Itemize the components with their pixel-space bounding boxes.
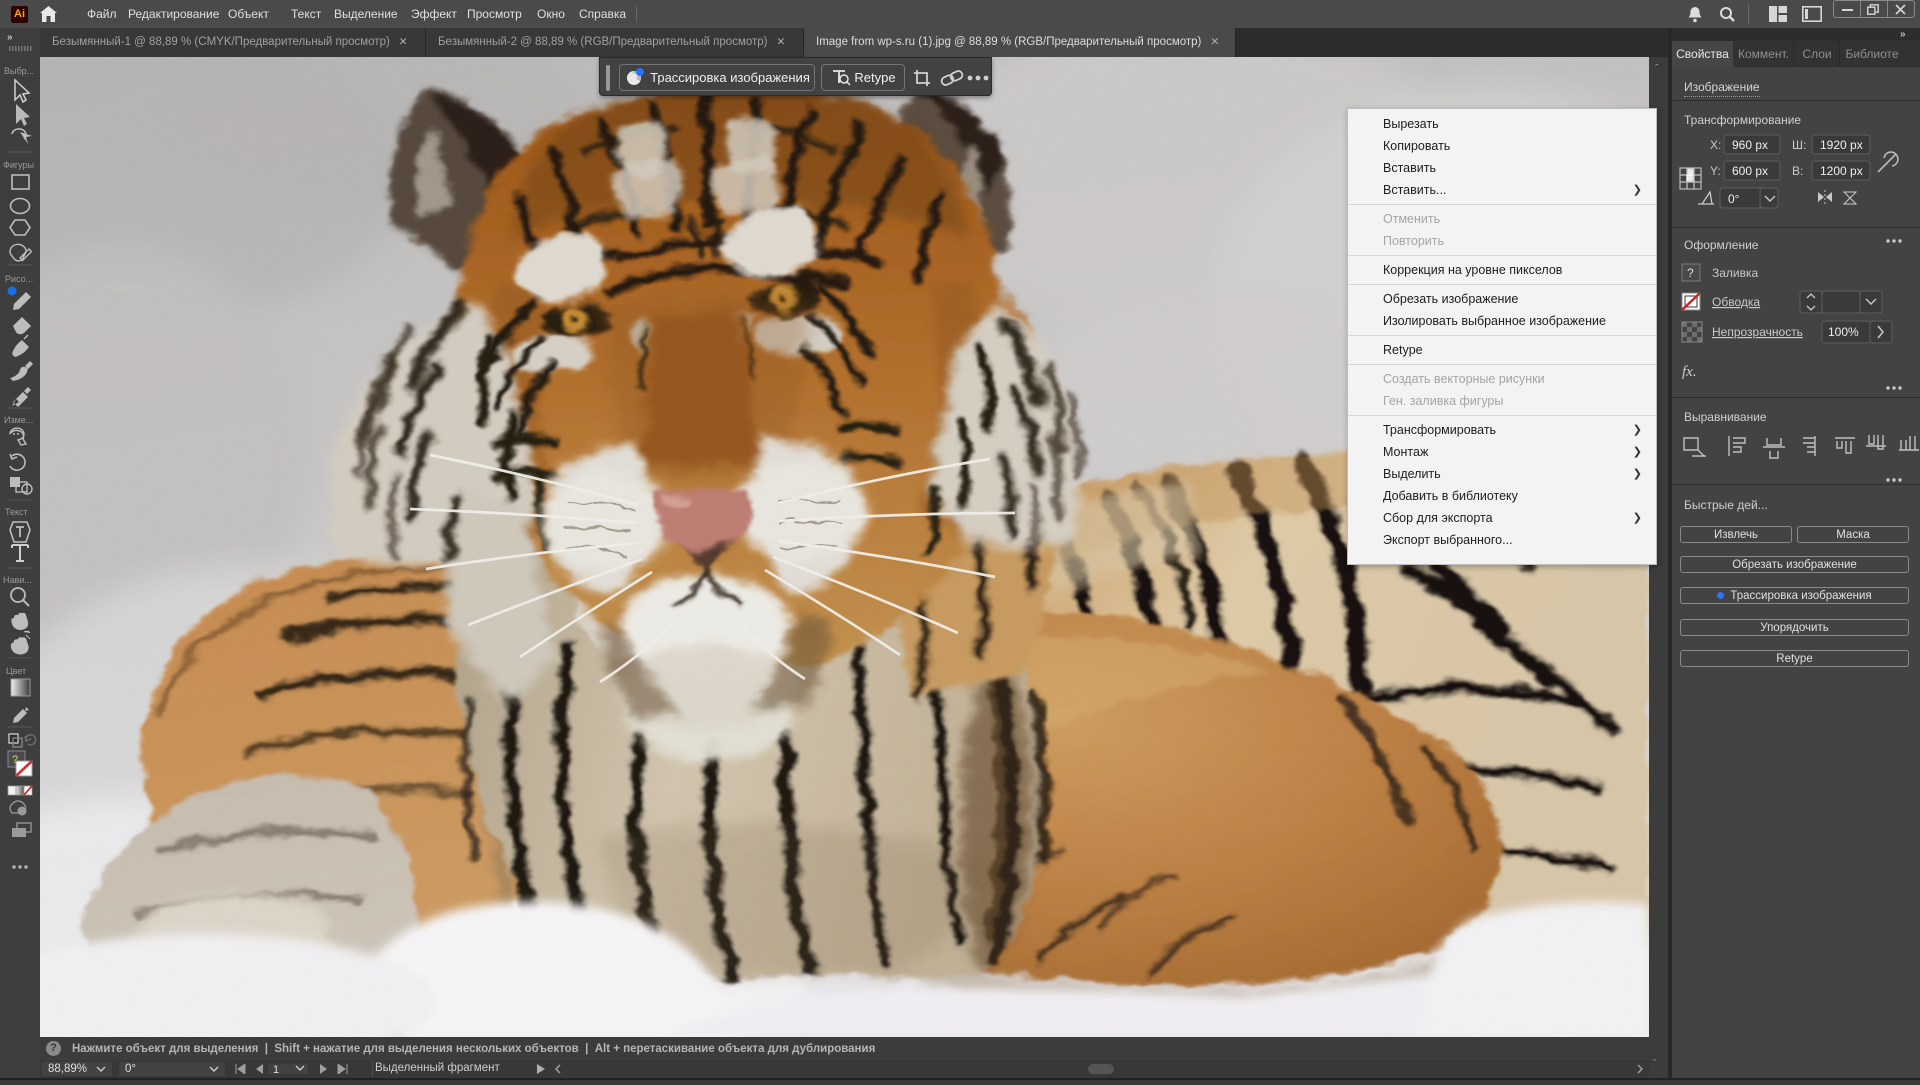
svg-text:Непрозрачность: Непрозрачность — [1712, 325, 1803, 339]
svg-text:1200 px: 1200 px — [1820, 164, 1863, 178]
svg-text:960 px: 960 px — [1732, 138, 1768, 152]
svg-text:Ш:: Ш: — [1792, 138, 1806, 152]
svg-text:»: » — [7, 32, 13, 43]
svg-text:Заливка: Заливка — [1712, 266, 1759, 280]
svg-text:0°: 0° — [1728, 192, 1740, 206]
svg-text:X:: X: — [1710, 138, 1721, 152]
svg-text:1920 px: 1920 px — [1820, 138, 1863, 152]
svg-text:Обводка: Обводка — [1712, 295, 1760, 309]
svg-text:Выбр...: Выбр... — [4, 66, 34, 76]
svg-text:Текст: Текст — [5, 507, 28, 517]
svg-text:Изме...: Изме... — [4, 415, 33, 425]
svg-text:Рисо...: Рисо... — [5, 274, 33, 284]
svg-text:Цвет: Цвет — [6, 666, 26, 676]
svg-text:fx.: fx. — [1682, 364, 1697, 380]
svg-text:100%: 100% — [1828, 325, 1859, 339]
svg-text:600 px: 600 px — [1732, 164, 1768, 178]
svg-text:Нави...: Нави... — [3, 575, 32, 585]
svg-text:В:: В: — [1792, 164, 1803, 178]
svg-text:?: ? — [1687, 266, 1694, 280]
svg-text:1: 1 — [273, 1064, 279, 1074]
svg-text:Y:: Y: — [1710, 164, 1721, 178]
svg-text:Фигуры: Фигуры — [3, 160, 34, 170]
